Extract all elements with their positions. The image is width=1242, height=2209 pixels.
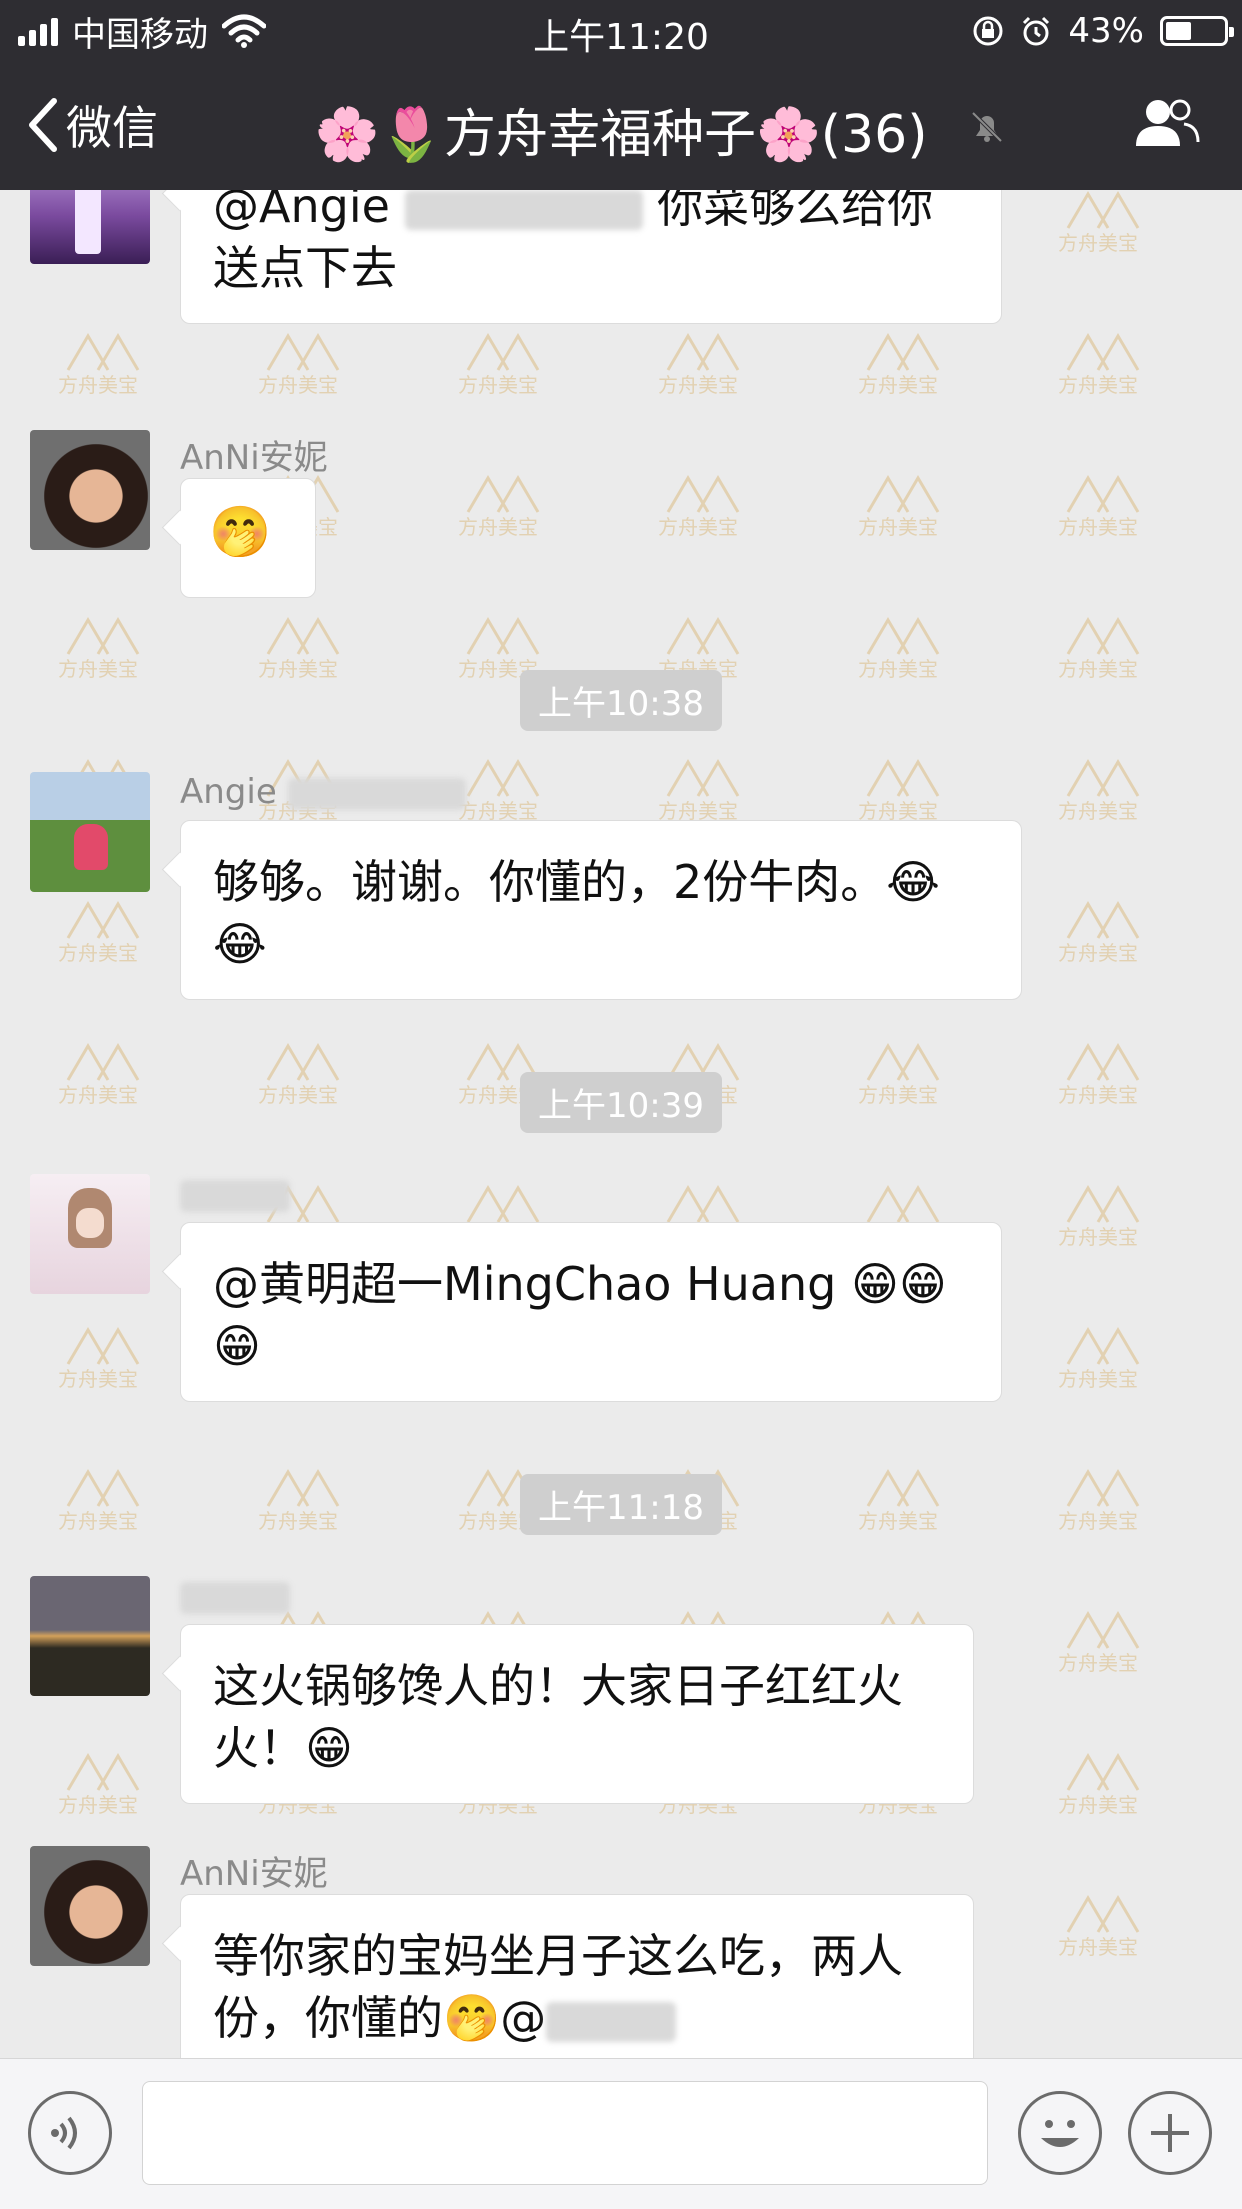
message-bubble[interactable]: @Angie 你菜够么给你送点下去 <box>180 190 1002 324</box>
watermark-logo <box>1066 617 1140 655</box>
message-bubble[interactable]: 等你家的宝妈坐月子这么吃，两人份，你懂的🤭@ <box>180 1894 974 2058</box>
message-text: 这火锅够馋人的！大家日子红红火火！😁 <box>213 1659 903 1775</box>
redacted-name <box>287 777 466 810</box>
message-input[interactable] <box>142 2081 988 2185</box>
watermark-logo <box>66 1469 140 1507</box>
sender-name <box>180 1576 290 1616</box>
message-bubble[interactable]: 这火锅够馋人的！大家日子红红火火！😁 <box>180 1624 974 1804</box>
watermark-text: 方舟美宝 <box>858 1509 938 1533</box>
message-bubble[interactable]: @黄明超一MingChao Huang 😁😁😁 <box>180 1222 1002 1402</box>
message-row: Angie 够够。谢谢。你懂的，2份牛肉。😂😂 <box>0 772 1242 1002</box>
watermark-text: 方舟美宝 <box>1058 1083 1138 1107</box>
voice-icon <box>51 2116 77 2150</box>
watermark-logo <box>866 617 940 655</box>
battery-icon <box>1160 16 1234 46</box>
avatar[interactable] <box>30 1576 150 1696</box>
status-bar: 中国移动 上午11:20 43% <box>0 0 1242 62</box>
watermark-logo <box>1066 1469 1140 1507</box>
watermark-text: 方舟美宝 <box>858 657 938 681</box>
group-members-icon[interactable] <box>1130 94 1202 154</box>
redacted-name <box>180 1179 290 1212</box>
message-bubble[interactable]: 够够。谢谢。你懂的，2份牛肉。😂😂 <box>180 820 1022 1000</box>
message-text: @Angie <box>213 190 405 233</box>
message-bubble[interactable]: 🤭 <box>180 478 316 598</box>
watermark-text: 方舟美宝 <box>58 1083 138 1107</box>
watermark-logo <box>466 617 540 655</box>
watermark-logo <box>266 1469 340 1507</box>
avatar[interactable] <box>30 190 150 264</box>
alarm-icon <box>1023 16 1050 46</box>
chat-area[interactable]: 方舟美宝 方舟美宝 方舟美宝 方舟美宝 方舟美宝 方舟美宝 方舟美宝 方舟美宝 方舟美宝 方舟美宝… <box>0 190 1242 2058</box>
watermark-logo <box>866 1469 940 1507</box>
message-row: AnNi安妮 🤭 <box>0 430 1242 600</box>
redacted-name <box>180 1581 290 1614</box>
message-row: 这火锅够馋人的！大家日子红红火火！😁 <box>0 1576 1242 1806</box>
top-bar: 中国移动 上午11:20 43% 微信 🌸🌷方舟幸福种子🌸(36) <box>0 0 1242 190</box>
watermark-logo <box>866 1043 940 1081</box>
sender-name <box>180 1174 290 1214</box>
watermark-text: 方舟美宝 <box>258 657 338 681</box>
timestamp: 上午10:39 <box>520 1072 722 1133</box>
smiley-icon <box>1041 2120 1079 2147</box>
more-button[interactable] <box>1128 2091 1212 2175</box>
avatar[interactable] <box>30 430 150 550</box>
watermark-logo <box>66 617 140 655</box>
emoji-button[interactable] <box>1018 2091 1102 2175</box>
watermark-logo <box>266 1043 340 1081</box>
plus-icon <box>1151 2114 1189 2152</box>
message-row: @Angie 你菜够么给你送点下去 <box>0 190 1242 404</box>
watermark-text: 方舟美宝 <box>1058 1509 1138 1533</box>
input-bar <box>0 2058 1242 2209</box>
watermark-logo <box>266 617 340 655</box>
sender-name: Angie <box>180 772 466 812</box>
watermark-text: 方舟美宝 <box>1058 657 1138 681</box>
avatar[interactable] <box>30 1174 150 1294</box>
rotation-lock-icon <box>973 16 1003 46</box>
watermark-logo <box>1066 1043 1140 1081</box>
message-row: @黄明超一MingChao Huang 😁😁😁 <box>0 1174 1242 1404</box>
voice-button[interactable] <box>28 2091 112 2175</box>
watermark-text: 方舟美宝 <box>858 1083 938 1107</box>
watermark-text: 方舟美宝 <box>258 1083 338 1107</box>
watermark-logo <box>666 617 740 655</box>
nav-bar: 微信 🌸🌷方舟幸福种子🌸(36) <box>0 62 1242 190</box>
timestamp: 上午11:18 <box>520 1474 722 1535</box>
battery-percent: 43% <box>1068 11 1144 51</box>
sender-name: AnNi安妮 <box>180 1854 328 1894</box>
watermark-logo <box>66 1043 140 1081</box>
watermark-text: 方舟美宝 <box>58 657 138 681</box>
mute-bell-icon <box>971 111 1003 143</box>
message-text: 🤭 <box>209 503 272 561</box>
watermark-text: 方舟美宝 <box>58 1509 138 1533</box>
message-row: AnNi安妮 等你家的宝妈坐月子这么吃，两人份，你懂的🤭@ <box>0 1846 1242 2058</box>
redacted-name <box>546 2001 677 2042</box>
watermark-text: 方舟美宝 <box>258 1509 338 1533</box>
timestamp: 上午10:38 <box>520 670 722 731</box>
redacted-name <box>404 190 643 230</box>
avatar[interactable] <box>30 1846 150 1966</box>
sender-name: AnNi安妮 <box>180 438 328 478</box>
avatar[interactable] <box>30 772 150 892</box>
message-text: @黄明超一MingChao Huang 😁😁😁 <box>213 1257 947 1373</box>
message-text: 够够。谢谢。你懂的，2份牛肉。😂😂 <box>213 855 941 971</box>
chat-title: 🌸🌷方舟幸福种子🌸(36) <box>314 105 928 165</box>
